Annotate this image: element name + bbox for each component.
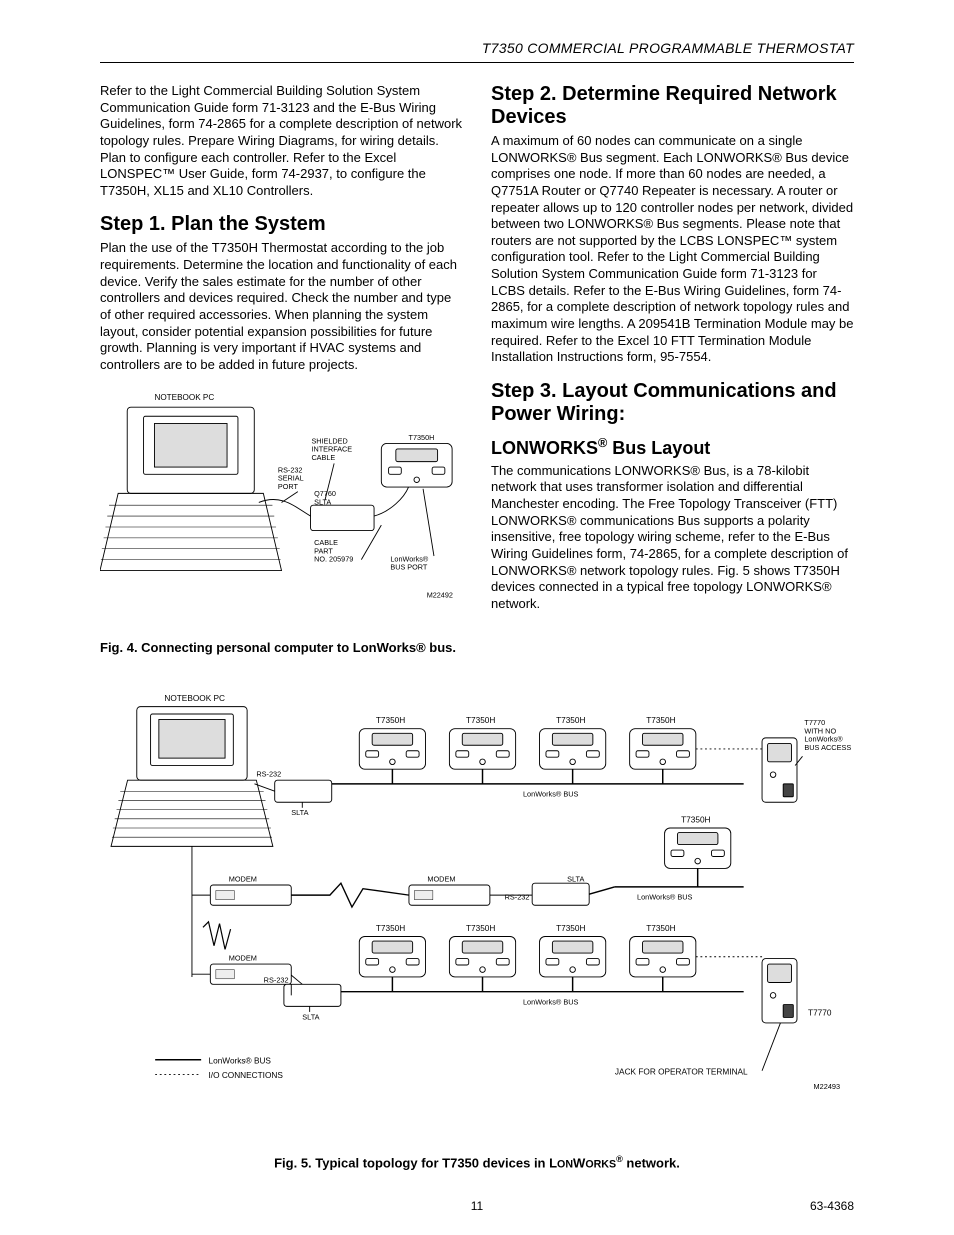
svg-text:MODEM: MODEM bbox=[229, 954, 257, 963]
svg-text:M22492: M22492 bbox=[427, 591, 453, 600]
step3-subheading: LONWORKS® Bus Layout bbox=[491, 436, 854, 459]
svg-text:T7350H: T7350H bbox=[466, 717, 495, 726]
svg-text:T7350H: T7350H bbox=[409, 433, 435, 442]
svg-text:SLTA: SLTA bbox=[302, 1013, 319, 1022]
svg-text:LonWorks®BUS PORT: LonWorks®BUS PORT bbox=[390, 555, 429, 572]
fig4-notebook-label: NOTEBOOK PC bbox=[154, 393, 214, 402]
svg-text:RS-232SERIALPORT: RS-232SERIALPORT bbox=[278, 466, 304, 491]
svg-text:MODEM: MODEM bbox=[427, 875, 455, 884]
figure-4: NOTEBOOK PC bbox=[100, 383, 463, 634]
svg-text:T7350H: T7350H bbox=[556, 924, 585, 933]
svg-text:NOTEBOOK PC: NOTEBOOK PC bbox=[164, 694, 225, 703]
svg-text:T7350H: T7350H bbox=[556, 717, 585, 726]
svg-text:T7770WITH NOLonWorks®BUS ACCES: T7770WITH NOLonWorks®BUS ACCESS bbox=[804, 718, 851, 752]
step2-body: A maximum of 60 nodes can communicate on… bbox=[491, 133, 854, 366]
svg-text:T7350H: T7350H bbox=[646, 717, 675, 726]
svg-text:JACK FOR OPERATOR TERMINAL: JACK FOR OPERATOR TERMINAL bbox=[615, 1068, 748, 1077]
intro-paragraph: Refer to the Light Commercial Building S… bbox=[100, 83, 463, 199]
t7350h-icon bbox=[381, 444, 452, 488]
step1-heading: Step 1. Plan the System bbox=[100, 213, 463, 236]
notebook-pc-icon bbox=[111, 707, 273, 847]
notebook-pc-icon bbox=[100, 408, 282, 571]
svg-text:SHIELDEDINTERFACECABLE: SHIELDEDINTERFACECABLE bbox=[311, 437, 352, 462]
svg-text:LonWorks® BUS: LonWorks® BUS bbox=[209, 1057, 272, 1066]
svg-text:T7350H: T7350H bbox=[466, 924, 495, 933]
svg-text:MODEM: MODEM bbox=[229, 875, 257, 884]
svg-text:I/O CONNECTIONS: I/O CONNECTIONS bbox=[209, 1071, 284, 1080]
svg-text:LonWorks® BUS: LonWorks® BUS bbox=[523, 790, 579, 799]
figure-5: NOTEBOOK PC T7350H T7350H T7350H T bbox=[100, 673, 854, 1170]
step3-heading: Step 3. Layout Communications and Power … bbox=[491, 380, 854, 426]
svg-text:T7350H: T7350H bbox=[646, 924, 675, 933]
svg-text:CABLEPARTNO. 205979: CABLEPARTNO. 205979 bbox=[314, 538, 353, 563]
svg-text:SLTA: SLTA bbox=[567, 875, 584, 884]
step3-body: The communications LONWORKS® Bus, is a 7… bbox=[491, 463, 854, 613]
svg-text:T7350H: T7350H bbox=[681, 816, 710, 825]
svg-text:LonWorks® BUS: LonWorks® BUS bbox=[523, 998, 579, 1007]
svg-text:T7350H: T7350H bbox=[376, 717, 405, 726]
page-number: 11 bbox=[0, 1199, 954, 1213]
running-header: T7350 COMMERCIAL PROGRAMMABLE THERMOSTAT bbox=[100, 40, 854, 63]
step1-body: Plan the use of the T7350H Thermostat ac… bbox=[100, 240, 463, 373]
step2-heading: Step 2. Determine Required Network Devic… bbox=[491, 83, 854, 129]
right-column: Step 2. Determine Required Network Devic… bbox=[491, 83, 854, 667]
svg-text:Q7760SLTA: Q7760SLTA bbox=[314, 489, 336, 506]
left-column: Refer to the Light Commercial Building S… bbox=[100, 83, 463, 667]
svg-text:SLTA: SLTA bbox=[291, 809, 308, 818]
svg-text:LonWorks® BUS: LonWorks® BUS bbox=[637, 893, 693, 902]
page-footer: 11 63-4368 bbox=[0, 1199, 954, 1213]
svg-text:RS-232: RS-232 bbox=[264, 976, 289, 985]
figure-5-caption: Fig. 5. Typical topology for T7350 devic… bbox=[100, 1154, 854, 1170]
figure-4-caption: Fig. 4. Connecting personal computer to … bbox=[100, 640, 463, 655]
svg-text:M22493: M22493 bbox=[814, 1083, 841, 1092]
svg-text:T7770: T7770 bbox=[808, 1009, 832, 1018]
svg-text:T7350H: T7350H bbox=[376, 924, 405, 933]
svg-text:RS-232: RS-232 bbox=[256, 770, 281, 779]
svg-text:RS-232: RS-232 bbox=[505, 893, 530, 902]
